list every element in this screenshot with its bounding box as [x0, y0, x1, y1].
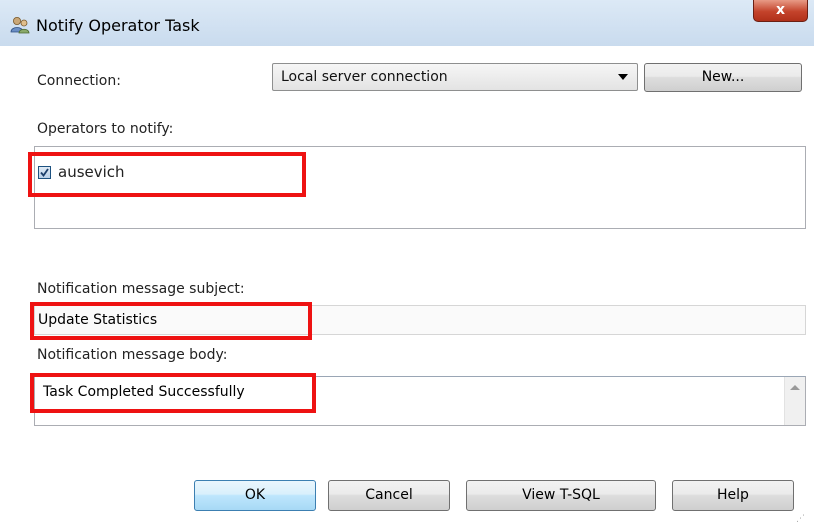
help-button[interactable]: Help: [672, 480, 794, 511]
highlight-body: [30, 373, 316, 413]
connection-dropdown[interactable]: Local server connection: [272, 63, 638, 91]
body-label: Notification message body:: [37, 347, 228, 363]
window-title: Notify Operator Task: [36, 16, 200, 35]
connection-label: Connection:: [37, 73, 121, 89]
close-button[interactable]: x: [753, 0, 808, 22]
cancel-button[interactable]: Cancel: [328, 480, 450, 511]
new-connection-button[interactable]: New...: [644, 63, 802, 92]
resize-grip[interactable]: ⋰: [796, 514, 805, 524]
close-icon: x: [775, 2, 786, 18]
highlight-operator: [28, 152, 306, 197]
body-scrollbar[interactable]: [784, 377, 805, 425]
users-icon: [10, 17, 30, 34]
subject-label: Notification message subject:: [37, 281, 245, 297]
view-tsql-button[interactable]: View T-SQL: [466, 480, 656, 511]
ok-button[interactable]: OK: [194, 480, 316, 511]
operators-label: Operators to notify:: [37, 121, 174, 137]
highlight-subject: [30, 302, 312, 340]
scroll-up-arrow-icon[interactable]: [790, 385, 800, 390]
connection-selected-value: Local server connection: [281, 69, 448, 85]
chevron-down-icon: [618, 74, 628, 80]
